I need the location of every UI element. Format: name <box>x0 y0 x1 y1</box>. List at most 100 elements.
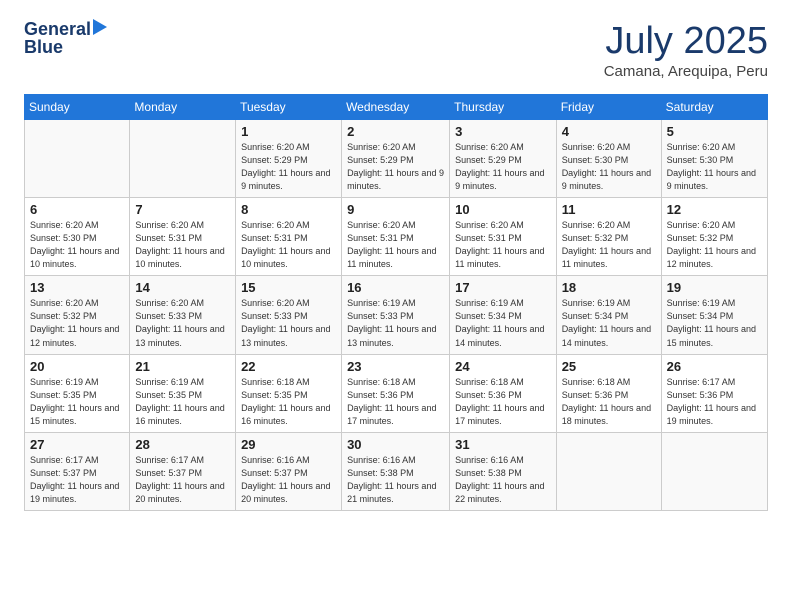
title-block: July 2025 Camana, Arequipa, Peru <box>604 20 768 80</box>
day-detail: Sunrise: 6:20 AM Sunset: 5:29 PM Dayligh… <box>455 141 551 193</box>
day-number: 2 <box>347 124 444 139</box>
day-number: 16 <box>347 280 444 295</box>
logo: General Blue <box>24 20 107 56</box>
location: Camana, Arequipa, Peru <box>604 63 768 80</box>
day-detail: Sunrise: 6:20 AM Sunset: 5:30 PM Dayligh… <box>30 219 124 271</box>
calendar-cell <box>556 432 661 510</box>
header-monday: Monday <box>130 95 236 120</box>
calendar-cell: 12 Sunrise: 6:20 AM Sunset: 5:32 PM Dayli… <box>661 198 767 276</box>
day-number: 23 <box>347 359 444 374</box>
day-detail: Sunrise: 6:17 AM Sunset: 5:37 PM Dayligh… <box>135 454 230 506</box>
day-number: 15 <box>241 280 336 295</box>
day-number: 28 <box>135 437 230 452</box>
calendar-table: Sunday Monday Tuesday Wednesday Thursday… <box>24 94 768 511</box>
day-detail: Sunrise: 6:18 AM Sunset: 5:36 PM Dayligh… <box>455 376 551 428</box>
day-number: 18 <box>562 280 656 295</box>
calendar-week-5: 27 Sunrise: 6:17 AM Sunset: 5:37 PM Dayli… <box>25 432 768 510</box>
calendar-cell: 30 Sunrise: 6:16 AM Sunset: 5:38 PM Dayli… <box>342 432 450 510</box>
calendar-cell: 18Sunrise: 6:19 AM Sunset: 5:34 PM Dayli… <box>556 276 661 354</box>
page: General Blue July 2025 Camana, Arequipa,… <box>0 0 792 612</box>
calendar-cell: 27 Sunrise: 6:17 AM Sunset: 5:37 PM Dayli… <box>25 432 130 510</box>
logo-text: General <box>24 20 91 38</box>
day-detail: Sunrise: 6:20 AM Sunset: 5:32 PM Dayligh… <box>562 219 656 271</box>
calendar-cell: 20Sunrise: 6:19 AM Sunset: 5:35 PM Dayli… <box>25 354 130 432</box>
day-detail: Sunrise: 6:17 AM Sunset: 5:36 PM Dayligh… <box>667 376 762 428</box>
calendar-cell: 29 Sunrise: 6:16 AM Sunset: 5:37 PM Dayli… <box>236 432 342 510</box>
day-number: 10 <box>455 202 551 217</box>
calendar-cell: 23 Sunrise: 6:18 AM Sunset: 5:36 PM Dayli… <box>342 354 450 432</box>
day-number: 7 <box>135 202 230 217</box>
calendar-cell: 8 Sunrise: 6:20 AM Sunset: 5:31 PM Daylig… <box>236 198 342 276</box>
day-detail: Sunrise: 6:19 AM Sunset: 5:34 PM Dayligh… <box>667 297 762 349</box>
day-detail: Sunrise: 6:16 AM Sunset: 5:38 PM Dayligh… <box>347 454 444 506</box>
day-detail: Sunrise: 6:20 AM Sunset: 5:31 PM Dayligh… <box>135 219 230 271</box>
day-number: 11 <box>562 202 656 217</box>
day-detail: Sunrise: 6:20 AM Sunset: 5:31 PM Dayligh… <box>347 219 444 271</box>
calendar-cell <box>130 120 236 198</box>
day-number: 30 <box>347 437 444 452</box>
day-number: 26 <box>667 359 762 374</box>
day-detail: Sunrise: 6:19 AM Sunset: 5:33 PM Dayligh… <box>347 297 444 349</box>
calendar-cell: 21 Sunrise: 6:19 AM Sunset: 5:35 PM Dayli… <box>130 354 236 432</box>
day-detail: Sunrise: 6:16 AM Sunset: 5:37 PM Dayligh… <box>241 454 336 506</box>
day-detail: Sunrise: 6:19 AM Sunset: 5:35 PM Dayligh… <box>135 376 230 428</box>
logo-blue: Blue <box>24 38 63 56</box>
calendar-cell: 15 Sunrise: 6:20 AM Sunset: 5:33 PM Dayli… <box>236 276 342 354</box>
calendar-cell: 11 Sunrise: 6:20 AM Sunset: 5:32 PM Dayli… <box>556 198 661 276</box>
calendar-cell: 26 Sunrise: 6:17 AM Sunset: 5:36 PM Dayli… <box>661 354 767 432</box>
day-detail: Sunrise: 6:17 AM Sunset: 5:37 PM Dayligh… <box>30 454 124 506</box>
day-number: 25 <box>562 359 656 374</box>
calendar-cell: 16 Sunrise: 6:19 AM Sunset: 5:33 PM Dayli… <box>342 276 450 354</box>
day-number: 1 <box>241 124 336 139</box>
day-detail: Sunrise: 6:20 AM Sunset: 5:32 PM Dayligh… <box>30 297 124 349</box>
header: General Blue July 2025 Camana, Arequipa,… <box>24 20 768 80</box>
day-detail: Sunrise: 6:18 AM Sunset: 5:36 PM Dayligh… <box>562 376 656 428</box>
day-number: 27 <box>30 437 124 452</box>
day-number: 24 <box>455 359 551 374</box>
day-detail: Sunrise: 6:20 AM Sunset: 5:33 PM Dayligh… <box>241 297 336 349</box>
day-number: 22 <box>241 359 336 374</box>
calendar-cell: 5 Sunrise: 6:20 AM Sunset: 5:30 PM Daylig… <box>661 120 767 198</box>
calendar-cell: 19 Sunrise: 6:19 AM Sunset: 5:34 PM Dayli… <box>661 276 767 354</box>
day-number: 12 <box>667 202 762 217</box>
day-number: 3 <box>455 124 551 139</box>
day-number: 29 <box>241 437 336 452</box>
header-tuesday: Tuesday <box>236 95 342 120</box>
day-detail: Sunrise: 6:19 AM Sunset: 5:35 PM Dayligh… <box>30 376 124 428</box>
calendar-cell: 14Sunrise: 6:20 AM Sunset: 5:33 PM Dayli… <box>130 276 236 354</box>
day-detail: Sunrise: 6:20 AM Sunset: 5:31 PM Dayligh… <box>241 219 336 271</box>
day-detail: Sunrise: 6:20 AM Sunset: 5:32 PM Dayligh… <box>667 219 762 271</box>
day-number: 31 <box>455 437 551 452</box>
calendar-cell: 2 Sunrise: 6:20 AM Sunset: 5:29 PM Daylig… <box>342 120 450 198</box>
day-number: 17 <box>455 280 551 295</box>
calendar-cell: 7 Sunrise: 6:20 AM Sunset: 5:31 PM Daylig… <box>130 198 236 276</box>
day-detail: Sunrise: 6:18 AM Sunset: 5:36 PM Dayligh… <box>347 376 444 428</box>
calendar-cell: 25 Sunrise: 6:18 AM Sunset: 5:36 PM Dayli… <box>556 354 661 432</box>
day-detail: Sunrise: 6:20 AM Sunset: 5:30 PM Dayligh… <box>562 141 656 193</box>
calendar-cell: 3 Sunrise: 6:20 AM Sunset: 5:29 PM Daylig… <box>450 120 557 198</box>
day-number: 4 <box>562 124 656 139</box>
day-detail: Sunrise: 6:20 AM Sunset: 5:31 PM Dayligh… <box>455 219 551 271</box>
header-friday: Friday <box>556 95 661 120</box>
day-number: 8 <box>241 202 336 217</box>
day-detail: Sunrise: 6:20 AM Sunset: 5:29 PM Dayligh… <box>347 141 444 193</box>
day-number: 19 <box>667 280 762 295</box>
calendar-cell: 9 Sunrise: 6:20 AM Sunset: 5:31 PM Daylig… <box>342 198 450 276</box>
day-detail: Sunrise: 6:19 AM Sunset: 5:34 PM Dayligh… <box>455 297 551 349</box>
calendar-cell: 17 Sunrise: 6:19 AM Sunset: 5:34 PM Dayli… <box>450 276 557 354</box>
logo-arrow-icon <box>93 19 107 35</box>
calendar-cell: 31Sunrise: 6:16 AM Sunset: 5:38 PM Dayli… <box>450 432 557 510</box>
header-sunday: Sunday <box>25 95 130 120</box>
calendar-header-row: Sunday Monday Tuesday Wednesday Thursday… <box>25 95 768 120</box>
day-detail: Sunrise: 6:18 AM Sunset: 5:35 PM Dayligh… <box>241 376 336 428</box>
day-number: 21 <box>135 359 230 374</box>
calendar-cell: 24 Sunrise: 6:18 AM Sunset: 5:36 PM Dayli… <box>450 354 557 432</box>
calendar-week-3: 13 Sunrise: 6:20 AM Sunset: 5:32 PM Dayli… <box>25 276 768 354</box>
calendar-week-4: 20Sunrise: 6:19 AM Sunset: 5:35 PM Dayli… <box>25 354 768 432</box>
calendar-week-2: 6Sunrise: 6:20 AM Sunset: 5:30 PM Daylig… <box>25 198 768 276</box>
day-number: 13 <box>30 280 124 295</box>
day-number: 9 <box>347 202 444 217</box>
day-number: 5 <box>667 124 762 139</box>
calendar-week-1: 1 Sunrise: 6:20 AM Sunset: 5:29 PM Daylig… <box>25 120 768 198</box>
day-detail: Sunrise: 6:20 AM Sunset: 5:30 PM Dayligh… <box>667 141 762 193</box>
